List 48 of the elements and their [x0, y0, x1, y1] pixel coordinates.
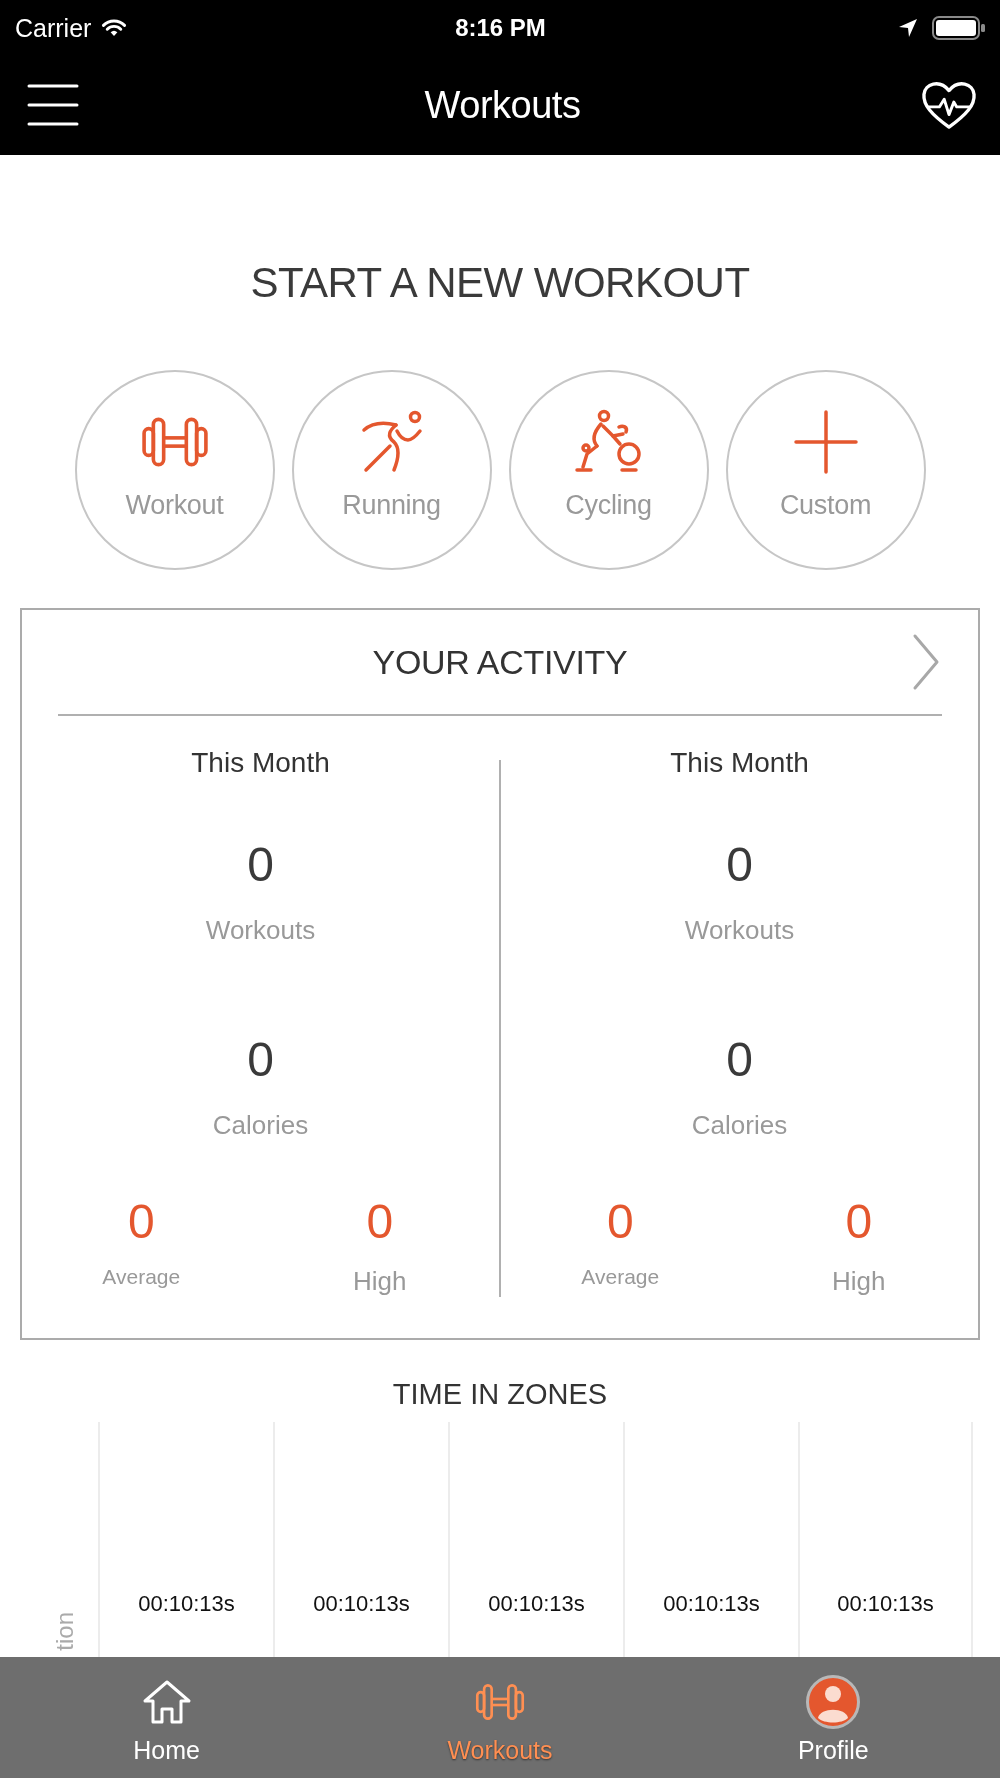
section-title: START A NEW WORKOUT [249, 258, 751, 308]
avatar-icon [806, 1675, 861, 1729]
zones-title: TIME IN ZONES [391, 1377, 609, 1412]
menu-icon[interactable] [27, 83, 79, 127]
workout-type-button[interactable]: Workout [74, 370, 275, 570]
wifi-icon [101, 18, 128, 37]
record-label: Average [581, 1264, 660, 1290]
tab-bar-item[interactable]: Profile [797, 1657, 869, 1778]
workout-type-button[interactable]: Custom [725, 370, 926, 570]
stat-label: Calories [212, 1109, 309, 1142]
stat-value: 0 [726, 837, 753, 893]
location-arrow-icon [898, 17, 918, 38]
dumbbell-icon [475, 1683, 525, 1721]
record-value: 0 [606, 1194, 634, 1250]
dumbbell-icon [140, 416, 209, 468]
runner-icon [359, 410, 424, 474]
zone-time: 00:10:13s [663, 1590, 760, 1618]
axis-label: tion [52, 1612, 78, 1651]
carrier-name: Carrier [15, 12, 92, 43]
heart-pulse-icon[interactable] [920, 79, 978, 131]
workout-type-button[interactable]: Running [291, 370, 492, 570]
record-label: High [353, 1266, 407, 1296]
status-time: 8:16 PM [455, 12, 546, 43]
battery-icon [932, 15, 986, 40]
record-value: 0 [366, 1194, 394, 1250]
workout-type-button[interactable]: Cycling [508, 370, 709, 570]
stat-value: 0 [247, 837, 274, 893]
record-value: 0 [845, 1194, 873, 1250]
record-label: High [832, 1266, 886, 1296]
stat-label: Workouts [205, 914, 316, 947]
tab-bar-item[interactable]: Workouts [447, 1657, 553, 1778]
nav-title: Workouts [424, 83, 581, 128]
plus-icon [793, 410, 858, 474]
record-value: 0 [127, 1194, 155, 1250]
record-label: Average [102, 1264, 181, 1290]
period-label: This Month [191, 746, 330, 780]
stat-value: 0 [726, 1032, 753, 1088]
home-icon [141, 1679, 192, 1725]
stat-label: Calories [691, 1109, 788, 1142]
zone-time: 00:10:13s [837, 1590, 934, 1618]
period-label: This Month [670, 746, 809, 780]
zone-time: 00:10:13s [313, 1590, 410, 1618]
zone-time: 00:10:13s [138, 1590, 235, 1618]
stat-label: Workouts [684, 914, 795, 947]
activity-title: YOUR ACTIVITY [372, 642, 628, 683]
stat-value: 0 [247, 1032, 274, 1088]
zone-time: 00:10:13s [488, 1590, 585, 1618]
tab-bar-item[interactable]: Home [133, 1657, 200, 1778]
